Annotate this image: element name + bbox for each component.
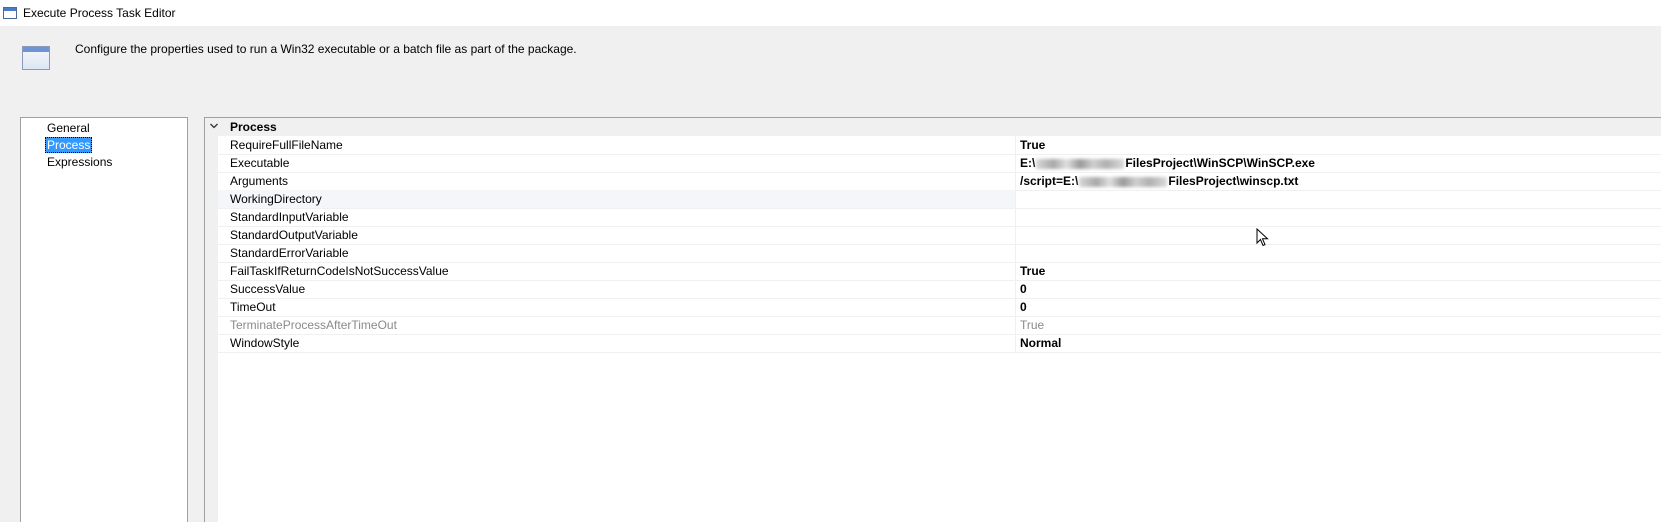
property-name: WindowStyle [218,334,1016,352]
property-value[interactable]: 0 [1017,280,1661,298]
window-title: Execute Process Task Editor [23,6,176,20]
header-description: Configure the properties used to run a W… [75,42,577,56]
property-value[interactable] [1017,226,1661,244]
property-row-executable[interactable]: Executable E:\ FilesProject\WinSCP\WinSCP… [218,154,1661,173]
title-bar: Execute Process Task Editor [0,0,1661,26]
mouse-pointer-icon [1256,228,1269,247]
property-value: True [1020,318,1045,332]
nav-item-expressions[interactable]: Expressions [45,154,114,170]
property-row-arguments[interactable]: Arguments /script=E:\ FilesProject\winscp… [218,172,1661,191]
property-row-standarderrorvariable[interactable]: StandardErrorVariable [218,244,1661,263]
value-prefix: /script=E:\ [1020,174,1079,188]
property-row-failtaskifreturncodeisnotsuccessvalue[interactable]: FailTaskIfReturnCodeIsNotSuccessValue Tr… [218,262,1661,281]
property-grid: Process RequireFullFileName True Executa… [204,117,1661,522]
value-prefix: E:\ [1020,156,1036,170]
property-row-standardinputvariable[interactable]: StandardInputVariable [218,208,1661,227]
property-name: TimeOut [218,298,1016,316]
property-value[interactable]: True [1017,136,1661,154]
category-label: Process [230,120,277,134]
property-name: StandardErrorVariable [218,244,1016,262]
property-value[interactable] [1017,190,1661,208]
property-row-standardoutputvariable[interactable]: StandardOutputVariable [218,226,1661,245]
property-value[interactable]: 0 [1017,298,1661,316]
redacted-text [1079,176,1168,187]
property-name: StandardOutputVariable [218,226,1016,244]
property-row-timeout[interactable]: TimeOut 0 [218,298,1661,317]
property-name: StandardInputVariable [218,208,1016,226]
property-row-terminateprocessaftertimeout: TerminateProcessAfterTimeOut True [218,316,1661,335]
property-row-windowstyle[interactable]: WindowStyle Normal [218,334,1661,353]
value-suffix: FilesProject\winscp.txt [1168,174,1299,188]
property-name: FailTaskIfReturnCodeIsNotSuccessValue [218,262,1016,280]
window-icon [3,7,17,19]
page-navigation-list: General Process Expressions [20,117,188,522]
property-name: RequireFullFileName [218,136,1016,154]
property-value[interactable]: Normal [1017,334,1661,352]
property-row-successvalue[interactable]: SuccessValue 0 [218,280,1661,299]
grid-gutter [205,118,218,522]
property-value[interactable]: E:\ FilesProject\WinSCP\WinSCP.exe [1017,154,1661,172]
execute-process-task-editor-window: Execute Process Task Editor Configure th… [0,0,1661,522]
property-name: Arguments [218,172,1016,190]
property-name: TerminateProcessAfterTimeOut [218,316,1016,334]
property-row-requirefullfilename[interactable]: RequireFullFileName True [218,136,1661,155]
property-value[interactable]: /script=E:\ FilesProject\winscp.txt [1017,172,1661,190]
property-value[interactable]: True [1017,262,1661,280]
property-name: WorkingDirectory [218,190,1016,208]
header-panel: Configure the properties used to run a W… [0,26,1661,116]
redacted-text [1036,158,1125,169]
value-suffix: FilesProject\WinSCP\WinSCP.exe [1125,156,1315,170]
property-row-workingdirectory[interactable]: WorkingDirectory [218,190,1661,209]
chevron-down-icon[interactable] [209,121,219,131]
window-icon [22,46,50,70]
property-name: Executable [218,154,1016,172]
property-value[interactable] [1017,244,1661,262]
category-row-process[interactable]: Process [205,118,1661,136]
nav-item-process[interactable]: Process [45,137,93,153]
nav-item-general[interactable]: General [45,120,92,136]
property-name: SuccessValue [218,280,1016,298]
property-value[interactable] [1017,208,1661,226]
